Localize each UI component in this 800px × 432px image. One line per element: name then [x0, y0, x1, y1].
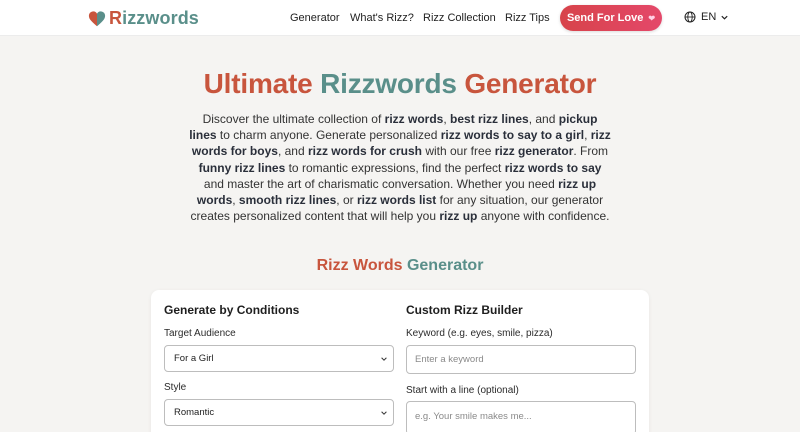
- chevron-down-icon: [721, 15, 728, 20]
- style-select[interactable]: Romantic: [164, 399, 394, 426]
- nav-rizz-tips[interactable]: Rizz Tips: [505, 12, 550, 24]
- language-label: EN: [701, 11, 717, 23]
- style-label: Style: [164, 382, 187, 393]
- intro-keyword: rizz words: [384, 112, 444, 126]
- intro-text: , or: [336, 193, 357, 208]
- keyword-label: Keyword (e.g. eyes, smile, pizza): [406, 328, 553, 339]
- intro-text: ,: [584, 128, 591, 143]
- style-value: Romantic: [174, 407, 215, 418]
- conditions-title: Generate by Conditions: [164, 303, 300, 317]
- target-audience-select[interactable]: For a Girl: [164, 345, 394, 372]
- generator-section-title: Rizz Words Generator: [316, 257, 484, 274]
- intro-text: with our free: [422, 144, 495, 159]
- intro-text: and master the art of charismatic conver…: [203, 176, 559, 191]
- intro-text: , and: [277, 144, 308, 159]
- intro-keyword: best rizz lines: [450, 112, 529, 126]
- chevron-down-icon: [381, 357, 387, 361]
- nav-whats-rizz[interactable]: What's Rizz?: [350, 12, 414, 24]
- globe-icon: [684, 11, 696, 23]
- intro-text: . From: [573, 144, 609, 159]
- nav-rizz-collection[interactable]: Rizz Collection: [423, 12, 496, 24]
- brand-name: Rizzwords: [109, 8, 199, 28]
- intro-text: anyone with confidence.: [477, 209, 610, 224]
- target-audience-value: For a Girl: [174, 353, 214, 364]
- generator-card: Generate by Conditions Target Audience F…: [151, 290, 649, 432]
- heart-icon: [88, 10, 106, 26]
- intro-text: to romantic expressions, find the perfec…: [285, 160, 505, 175]
- intro-text: , and: [528, 112, 559, 126]
- intro-keyword: rizz words to say to a girl: [440, 128, 585, 143]
- send-for-love-label: Send For Love: [566, 12, 644, 24]
- intro-text: ,: [232, 193, 239, 208]
- custom-builder-title: Custom Rizz Builder: [406, 303, 523, 317]
- intro-keyword: funny rizz lines: [198, 160, 286, 175]
- logo[interactable]: Rizzwords: [88, 8, 199, 29]
- intro-keyword: rizz words list: [356, 193, 437, 208]
- intro-text: to charm anyone. Generate personalized: [216, 128, 441, 143]
- intro-text: ,: [443, 112, 451, 126]
- intro-keyword: smooth rizz lines: [238, 193, 337, 208]
- heart-sparkle-icon: ❤: [648, 13, 656, 23]
- intro-keyword: rizz words for crush: [307, 144, 422, 159]
- start-line-label: Start with a line (optional): [406, 385, 519, 396]
- intro-text: Discover the ultimate collection of: [202, 112, 385, 126]
- send-for-love-button[interactable]: Send For Love ❤: [560, 5, 662, 31]
- intro-keyword: rizz words to say: [504, 160, 602, 175]
- keyword-input[interactable]: Enter a keyword: [406, 345, 636, 374]
- nav-generator[interactable]: Generator: [290, 12, 340, 24]
- intro-keyword: rizz generator: [494, 144, 574, 159]
- site-header: Rizzwords Generator What's Rizz? Rizz Co…: [0, 0, 800, 36]
- target-audience-label: Target Audience: [164, 328, 236, 339]
- chevron-down-icon: [381, 411, 387, 415]
- start-line-input[interactable]: e.g. Your smile makes me...: [406, 401, 636, 432]
- language-selector[interactable]: EN: [684, 11, 729, 23]
- page-title: Ultimate Rizzwords Generator: [203, 68, 597, 99]
- intro-paragraph: Discover the ultimate collection of rizz…: [188, 111, 612, 224]
- intro-keyword: rizz up: [439, 209, 478, 224]
